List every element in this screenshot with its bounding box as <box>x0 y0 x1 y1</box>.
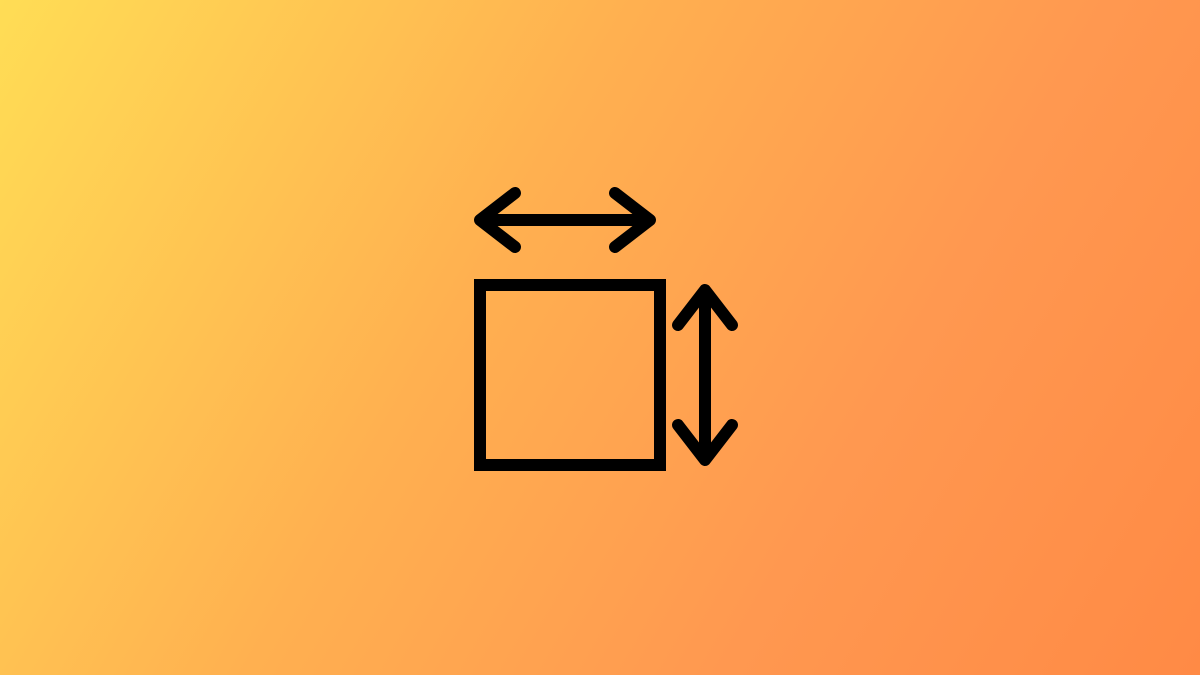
dimensions-svg <box>460 175 740 495</box>
square-shape-icon <box>480 285 660 465</box>
vertical-arrow-icon <box>678 290 732 460</box>
dimensions-icon <box>460 175 740 500</box>
horizontal-arrow-icon <box>480 193 650 247</box>
